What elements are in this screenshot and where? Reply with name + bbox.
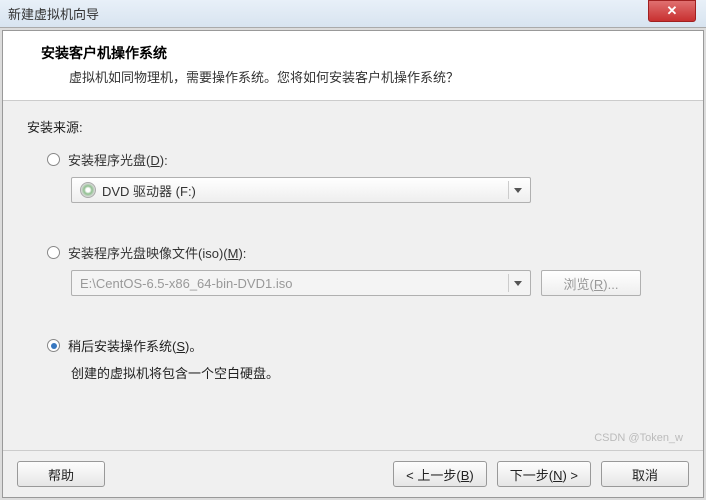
title-bar: 新建虚拟机向导 ✕	[0, 0, 706, 28]
option-install-disc[interactable]: 安装程序光盘(D):	[47, 150, 679, 169]
cancel-button[interactable]: 取消	[601, 461, 689, 487]
option-install-iso[interactable]: 安装程序光盘映像文件(iso)(M):	[47, 243, 679, 262]
option-later-label: 稍后安装操作系统(S)。	[68, 336, 202, 355]
disc-select[interactable]: DVD 驱动器 (F:)	[71, 177, 531, 203]
option-install-later[interactable]: 稍后安装操作系统(S)。	[47, 336, 679, 355]
radio-iso[interactable]	[47, 246, 60, 259]
browse-button[interactable]: 浏览(R)...	[541, 270, 641, 296]
option-disc-label: 安装程序光盘(D):	[68, 150, 168, 169]
close-button[interactable]: ✕	[648, 0, 696, 22]
later-note: 创建的虚拟机将包含一个空白硬盘。	[71, 363, 679, 382]
dialog-footer: 帮助 < 上一步(B) 下一步(N) > 取消	[3, 450, 703, 497]
back-button[interactable]: < 上一步(B)	[393, 461, 487, 487]
disc-icon	[80, 182, 96, 198]
watermark: CSDN @Token_w	[594, 432, 683, 444]
disc-value: DVD 驱动器 (F:)	[102, 181, 196, 200]
option-iso-label: 安装程序光盘映像文件(iso)(M):	[68, 243, 246, 262]
header-desc: 虚拟机如同物理机，需要操作系统。您将如何安装客户机操作系统？	[41, 67, 679, 86]
iso-value: E:\CentOS-6.5-x86_64-bin-DVD1.iso	[80, 276, 292, 291]
dialog-content: 安装来源: 安装程序光盘(D): DVD 驱动器 (F:) 安装程序光盘映像文件…	[3, 101, 703, 450]
header-title: 安装客户机操作系统	[41, 43, 679, 63]
dialog-header: 安装客户机操作系统 虚拟机如同物理机，需要操作系统。您将如何安装客户机操作系统？	[3, 31, 703, 101]
chevron-down-icon	[508, 181, 526, 199]
radio-disc[interactable]	[47, 153, 60, 166]
iso-select[interactable]: E:\CentOS-6.5-x86_64-bin-DVD1.iso	[71, 270, 531, 296]
iso-dropdown-row: E:\CentOS-6.5-x86_64-bin-DVD1.iso 浏览(R).…	[71, 270, 679, 296]
next-button[interactable]: 下一步(N) >	[497, 461, 591, 487]
chevron-down-icon	[508, 274, 526, 292]
radio-later[interactable]	[47, 339, 60, 352]
dialog: 安装客户机操作系统 虚拟机如同物理机，需要操作系统。您将如何安装客户机操作系统？…	[2, 30, 704, 498]
footer-right: < 上一步(B) 下一步(N) > 取消	[393, 461, 689, 487]
source-label: 安装来源:	[27, 117, 679, 136]
window-title: 新建虚拟机向导	[8, 4, 99, 23]
disc-dropdown-row: DVD 驱动器 (F:)	[71, 177, 679, 203]
help-button[interactable]: 帮助	[17, 461, 105, 487]
